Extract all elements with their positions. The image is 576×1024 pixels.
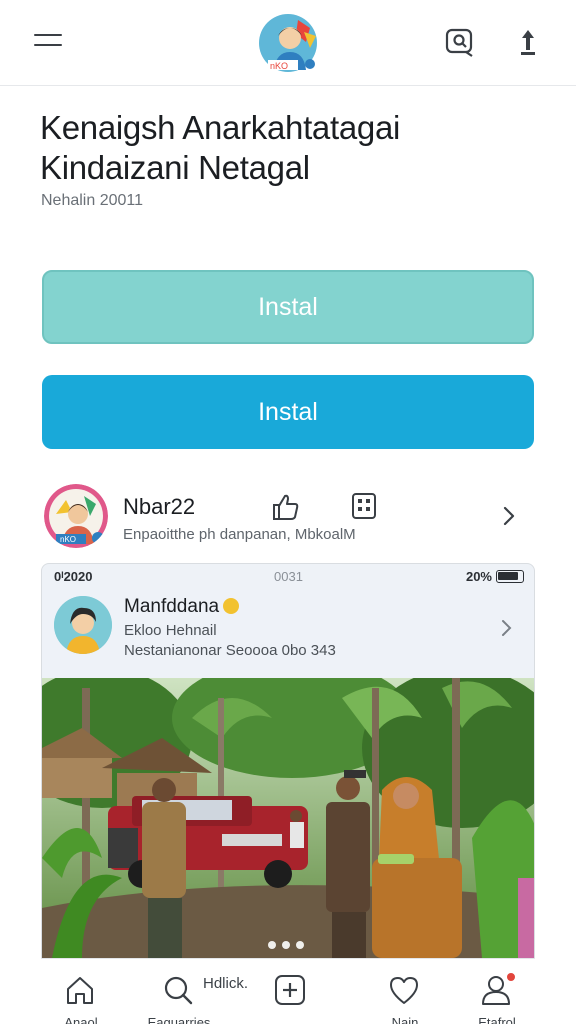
bottom-navigation: Anaol Eaguarries Hdlick. Nain Etafrol: [41, 958, 535, 1024]
battery-icon: [496, 570, 524, 583]
preview-account-header: Manfddana Ekloo Hehnail Nestanianonar Se…: [42, 590, 534, 678]
home-icon: [67, 977, 93, 1004]
nav-profile[interactable]: Etafrol: [457, 959, 537, 1024]
add-icon: [275, 975, 305, 1005]
install-button-primary[interactable]: Instal: [42, 270, 534, 344]
preview-line-1: Ekloo Hehnail: [124, 622, 217, 639]
top-app-bar: nKO: [0, 0, 576, 86]
preview-avatar: [54, 596, 112, 654]
preview-account-name-text: Manfddana: [124, 596, 220, 617]
app-subtitle: Nehalin 20011: [41, 192, 144, 209]
search-icon: [164, 976, 193, 1005]
app-title-line-2: Kindaizani Netagal: [40, 149, 310, 186]
preview-account-name: Manfddana: [124, 596, 240, 618]
install-button-secondary-label: Instal: [258, 397, 318, 426]
chevron-right-icon[interactable]: [498, 502, 520, 530]
nav-home[interactable]: Anaol: [41, 959, 121, 1024]
app-logo: nKO: [258, 12, 320, 74]
nav-heart-label: Nain: [391, 1015, 419, 1024]
preview-chevron-right-icon[interactable]: [498, 616, 516, 640]
status-battery-text: 20%: [465, 569, 492, 584]
status-time: 0ᴵ2020: [54, 569, 93, 584]
heart-icon: [390, 977, 418, 1004]
developer-row[interactable]: nKO Nbar22 Enpaoitthe ph danpanan, Mbkoa…: [0, 480, 576, 558]
status-center: 0031: [274, 569, 303, 584]
carousel-dots[interactable]: [268, 936, 310, 954]
nav-extra-text: Hdlick.: [203, 975, 249, 992]
developer-name: Nbar22: [123, 494, 196, 519]
nav-search-label: Eaguarries: [147, 1015, 211, 1024]
svg-text:nKO: nKO: [60, 535, 76, 544]
nav-heart[interactable]: Nain: [365, 959, 445, 1024]
search-chat-icon[interactable]: [444, 26, 476, 58]
svg-text:nKO: nKO: [270, 61, 288, 71]
verified-badge-icon: [223, 598, 240, 614]
notification-dot: [507, 973, 515, 981]
nav-home-label: Anaol: [64, 1015, 98, 1024]
developer-avatar: nKO: [44, 484, 108, 548]
app-title: Kenaigsh Anarkahtatagai Kindaizani Netag…: [40, 108, 540, 188]
hamburger-menu-icon[interactable]: [34, 34, 62, 52]
app-title-line-1: Kenaigsh Anarkahtatagai: [40, 109, 401, 146]
developer-description: Enpaoitthe ph danpanan, MbkoalM: [123, 526, 356, 543]
preview-line-2: Nestanianonar Seoooa 0bo 343: [124, 642, 336, 659]
nav-profile-label: Etafrol: [478, 1015, 516, 1024]
install-button-secondary[interactable]: Instal: [42, 375, 534, 449]
share-upload-icon[interactable]: [512, 26, 544, 58]
preview-status-bar: 0ᴵ2020 0031 20%: [42, 564, 534, 590]
preview-screenshot[interactable]: 0ᴵ2020 0031 20% Manfddana Ekloo Hehnail …: [41, 563, 535, 1024]
nav-add[interactable]: [251, 959, 331, 1024]
village-photo: [42, 658, 534, 958]
grid-app-icon[interactable]: [348, 490, 382, 524]
thumbs-up-icon[interactable]: [268, 490, 302, 524]
install-button-primary-label: Instal: [258, 292, 318, 321]
